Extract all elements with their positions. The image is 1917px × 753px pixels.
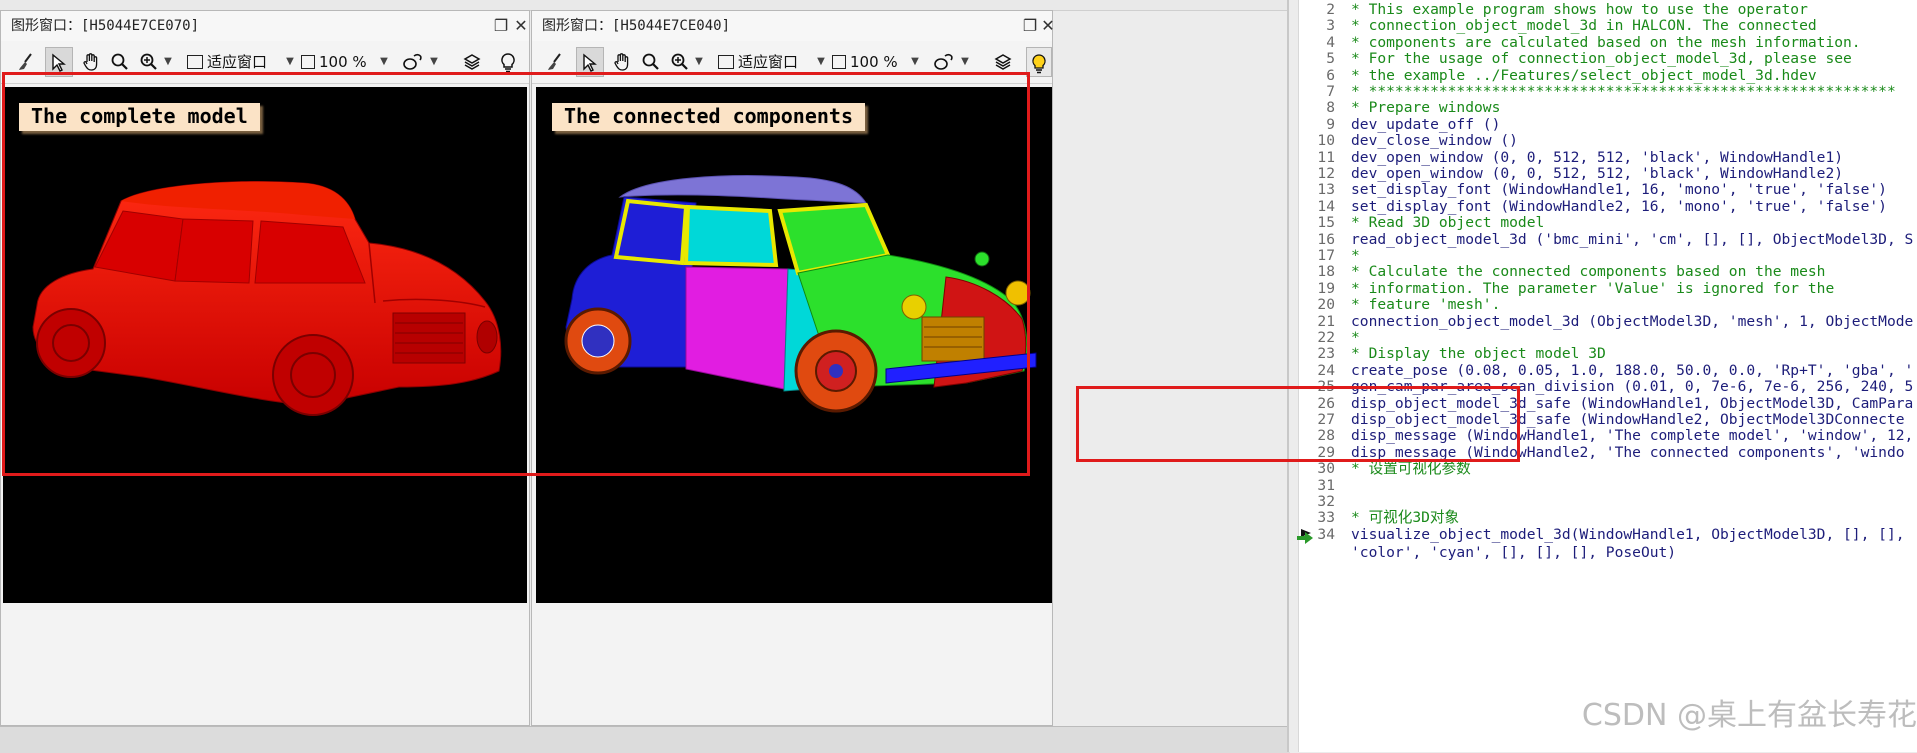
restore-icon[interactable]: ❐ bbox=[1020, 15, 1040, 37]
program-editor[interactable]: 2 * This example program shows how to use… bbox=[1287, 0, 1917, 752]
zoom-level-label: 100 % bbox=[850, 53, 898, 71]
editor-gutter bbox=[1289, 0, 1299, 752]
fit-window-label: 适应窗口 bbox=[207, 53, 268, 71]
highlight-box-code bbox=[1076, 386, 1520, 462]
line-text: 'color', 'cyan', [], [], [], PoseOut) bbox=[1351, 544, 1677, 562]
window-title-prefix: 图形窗口： bbox=[11, 18, 81, 34]
line-text: visualize_object_model_3d(WindowHandle1,… bbox=[1351, 525, 1905, 543]
zoom-level-label: 100 % bbox=[319, 53, 367, 71]
window-title-prefix: 图形窗口： bbox=[542, 18, 612, 34]
highlight-box-canvases bbox=[2, 72, 1030, 476]
bottom-status-bar bbox=[0, 726, 1290, 753]
program-counter-arrow-icon bbox=[1297, 529, 1313, 544]
watermark-text: CSDN @桌上有盆长寿花 bbox=[1581, 698, 1917, 733]
fit-window-icon bbox=[187, 55, 203, 69]
window-title-handle: [H5044E7CE040] bbox=[612, 18, 731, 34]
line-text: connection_object_model_3d (ObjectModel3… bbox=[1351, 312, 1914, 330]
line-text: * 设置可视化参数 bbox=[1351, 460, 1471, 478]
window-title-handle: [H5044E7CE070] bbox=[81, 18, 200, 34]
fit-window-label: 适应窗口 bbox=[738, 53, 799, 71]
restore-icon[interactable]: ❐ bbox=[491, 15, 511, 37]
zoom-level-icon bbox=[832, 55, 846, 69]
close-icon[interactable]: ✕ bbox=[1038, 15, 1058, 37]
fit-window-icon bbox=[718, 55, 734, 69]
line-text: read_object_model_3d ('bmc_mini', 'cm', … bbox=[1351, 230, 1914, 248]
window-title-bar[interactable]: 图形窗口：[H5044E7CE070] bbox=[1, 11, 529, 41]
window-title-bar[interactable]: 图形窗口：[H5044E7CE040] bbox=[532, 11, 1052, 41]
zoom-level-icon bbox=[301, 55, 315, 69]
close-icon[interactable]: ✕ bbox=[511, 15, 531, 37]
